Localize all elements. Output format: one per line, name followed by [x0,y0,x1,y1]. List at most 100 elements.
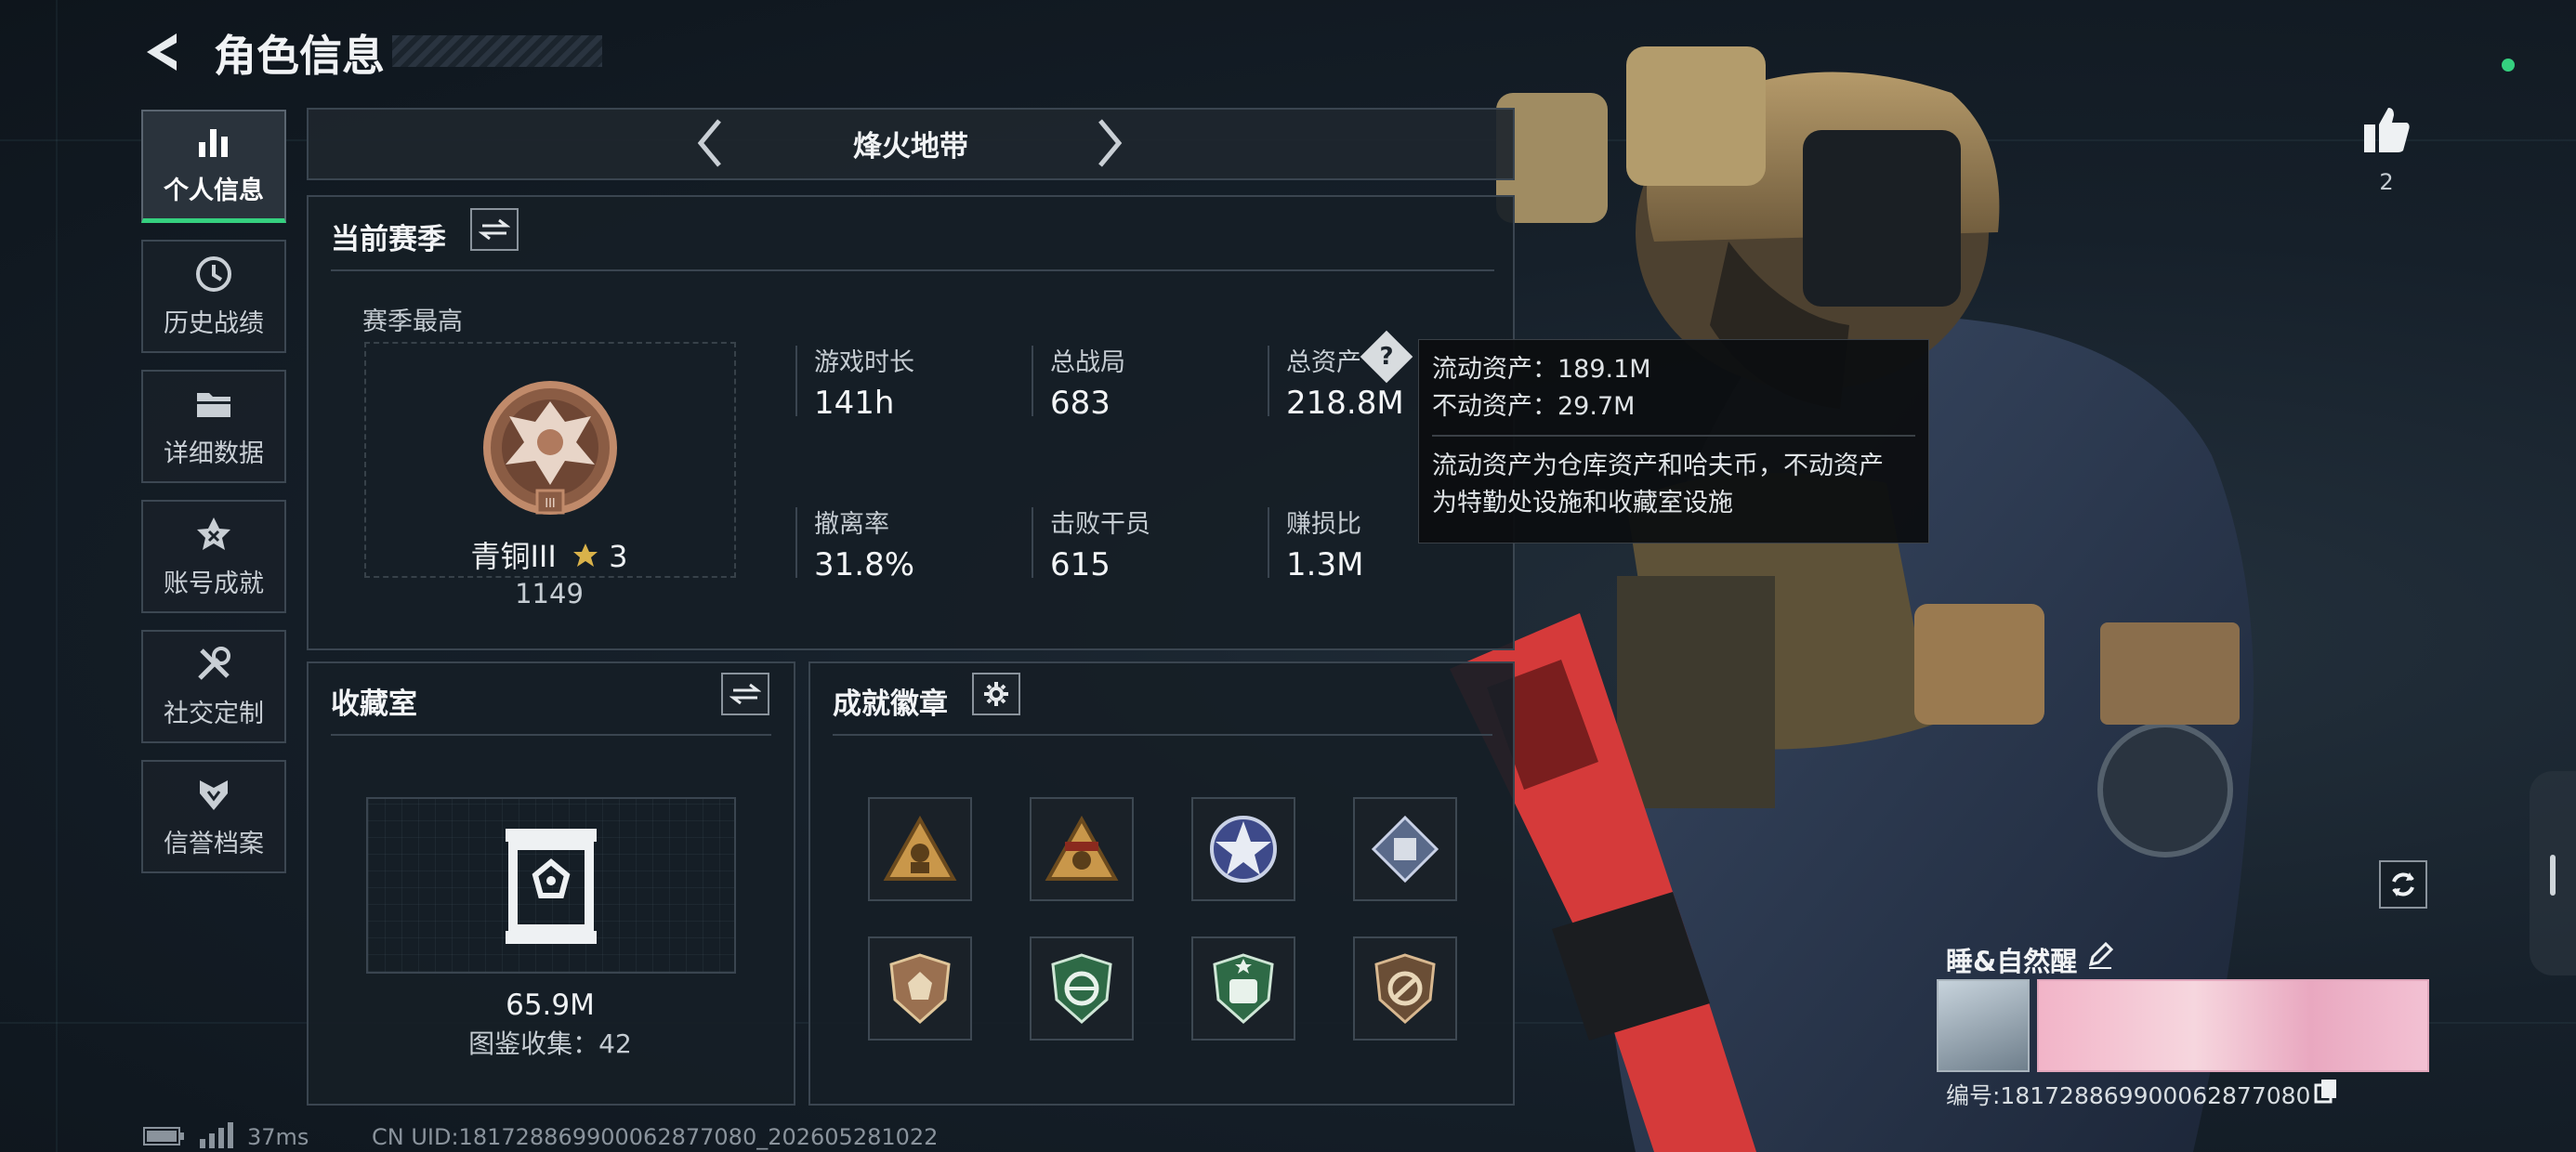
badge-diamond-crate[interactable] [1353,797,1457,901]
tooltip-liquid-assets: 流动资产：189.1M [1432,355,1651,384]
stat-value: 218.8M [1286,385,1404,422]
season-best-label: 赛季最高 [362,308,463,336]
bg-grid-line [56,0,58,1152]
badge-triangle-skull[interactable] [1030,797,1134,901]
achievement-star-icon [197,517,230,550]
badges-settings-button[interactable] [972,673,1020,715]
battery-icon [143,1127,184,1145]
collection-catalog-count: 图鉴收集：42 [468,1028,632,1059]
stat-label: 总战局 [1050,348,1125,377]
sidebar-item-achievements[interactable]: 账号成就 [141,500,286,613]
diamond-crate-badge-icon [1371,815,1439,884]
stat-divider [1268,346,1269,416]
sidebar-item-label: 信誉档案 [164,829,264,858]
stat-divider [1032,346,1033,416]
stat-label: 总资产 [1286,348,1361,377]
bronze-shield-badge-icon [889,953,951,1025]
sidebar-item-history[interactable]: 历史战绩 [141,240,286,353]
divider [331,269,1494,271]
bronze-rank-emblem-icon: III [483,381,617,515]
drawer-handle-grip [2550,855,2556,896]
stat-value: 1.3M [1286,546,1364,583]
copy-icon[interactable] [2314,1078,2338,1104]
player-id: 编号:18172886990006287708​0 [1946,1082,2311,1109]
ping-latency: 37ms [247,1124,309,1150]
badge-bronze-no-weapon[interactable] [1353,936,1457,1041]
stat-label: 撤离率 [814,510,889,539]
divider [331,734,771,736]
sidebar-item-details[interactable]: 详细数据 [141,370,286,483]
edit-pencil-icon[interactable] [2085,940,2115,970]
swap-arrows-icon [729,683,761,705]
sidebar-item-label: 个人信息 [164,177,264,205]
swap-arrows-icon [479,218,510,241]
tooltip-fixed-assets: 不动资产：29.7M [1432,392,1636,421]
rotate-model-button[interactable] [2379,860,2427,909]
stat-divider [1032,507,1033,578]
back-arrow-icon[interactable] [139,28,188,76]
folder-icon [197,392,230,417]
clock-icon [196,255,231,292]
sidebar-item-credit[interactable]: 信誉档案 [141,760,286,873]
uid-watermark: CN UID:18172886990006287708​0_2026052810… [372,1124,939,1150]
asset-tooltip: 流动资产：189.1M 不动资产：29.7M 流动资产为仓库资产和哈夫币，不动资… [1418,339,1929,543]
stat-label: 赚损比 [1286,510,1361,539]
stat-value: 683 [1050,385,1111,422]
sidebar-item-label: 历史战绩 [164,308,264,338]
collection-title: 收藏室 [331,687,417,721]
mode-selector-label: 烽火地带 [853,130,968,164]
name-card-banner[interactable] [2037,979,2429,1072]
triangle-soldier-badge-icon [883,816,957,881]
bronze-no-weapon-badge-icon [1374,953,1436,1025]
tools-icon [198,646,230,680]
svg-text:III: III [545,497,556,511]
green-star-shield-badge-icon [1213,953,1274,1025]
chevron-right-icon[interactable] [1093,117,1126,169]
stat-label: 游戏时长 [814,348,914,377]
refresh-icon [2392,872,2414,897]
star-emblem-badge-icon [1210,816,1277,883]
player-name: 睡&自然醒 [1946,946,2078,977]
badges-title: 成就徽章 [833,687,948,721]
sidebar-item-profile[interactable]: 个人信息 [141,110,286,223]
stat-value: 141h [814,385,895,422]
chevron-left-icon[interactable] [693,117,727,169]
rank-name-row: 青铜III 3 [424,533,675,576]
tooltip-description-line: 流动资产为仓库资产和哈夫币，不动资产 [1432,452,1884,480]
sidebar-item-label: 详细数据 [164,439,264,468]
page-title: 角色信息 [214,31,385,81]
stat-divider [795,346,797,416]
stat-divider [1268,507,1269,578]
rank-name: 青铜III [470,539,557,574]
stat-label: 击败干员 [1050,510,1150,539]
thumbs-up-icon[interactable] [2360,104,2412,156]
badge-green-shield-arrows[interactable] [1030,936,1134,1041]
badge-green-star-shield[interactable] [1191,936,1295,1041]
badge-star-emblem[interactable] [1191,797,1295,901]
rank-score: 1149 [515,578,584,609]
avatar[interactable] [1937,979,2030,1072]
like-count: 2 [2379,169,2394,195]
online-status-dot [2502,59,2515,72]
stat-value: 31.8% [814,546,915,583]
shield-credit-icon [200,779,228,810]
sidebar-item-label: 社交定制 [164,699,264,728]
divider [833,734,1492,736]
badge-triangle-soldier[interactable] [868,797,972,901]
tooltip-description-line: 为特勤处设施和收藏室设施 [1432,489,1733,517]
sidebar-item-social[interactable]: 社交定制 [141,630,286,743]
help-icon: ? [1379,343,1394,371]
season-title: 当前赛季 [331,223,446,256]
bar-chart-icon [199,129,228,157]
stat-value: 615 [1050,546,1111,583]
badge-bronze-shield[interactable] [868,936,972,1041]
sidebar-item-label: 账号成就 [164,569,264,598]
gear-icon [984,682,1008,706]
collection-switch-button[interactable] [721,673,769,715]
title-decor-stripes [392,35,602,67]
vault-cabinet-icon [506,829,597,944]
tooltip-divider [1432,435,1915,437]
season-switch-button[interactable] [470,208,519,251]
signal-icon [200,1122,233,1148]
green-shield-arrows-badge-icon [1051,953,1112,1025]
